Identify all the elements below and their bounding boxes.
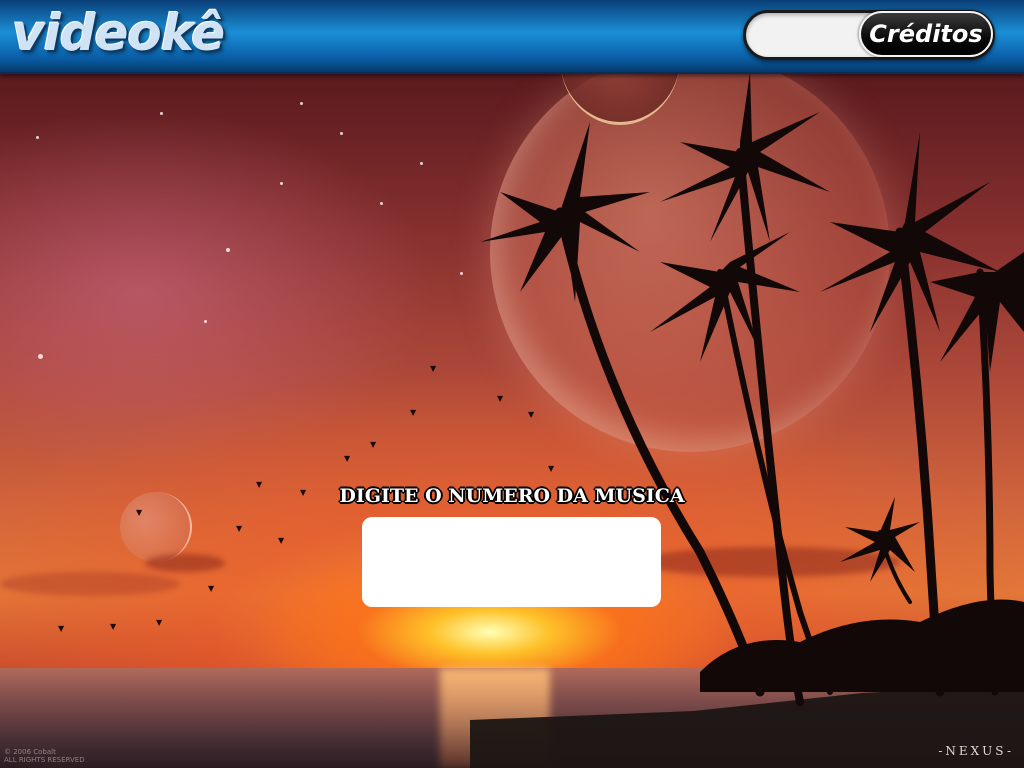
bird: ▼ [344, 454, 351, 463]
bird: ▼ [548, 464, 555, 473]
videoke-logo: videokê [12, 4, 225, 62]
bird: ▼ [497, 394, 504, 403]
bird: ▼ [156, 618, 163, 627]
song-number-input[interactable] [362, 517, 661, 607]
bird: ▼ [528, 410, 535, 419]
bird: ▼ [278, 536, 285, 545]
bird: ▼ [370, 440, 377, 449]
palm-trees-silhouette [480, 72, 1024, 706]
credits-button[interactable]: Créditos [859, 11, 993, 57]
background-scene: ▼ ▼ ▼ ▼ ▼ ▼ ▼ ▼ ▼ ▼ ▼ ▼ ▼ ▼ ▼ ▼ [0, 72, 1024, 768]
bird: ▼ [410, 408, 417, 417]
bird: ▼ [136, 508, 143, 517]
bird: ▼ [236, 524, 243, 533]
wallpaper-signature: -NEXUS- [938, 744, 1014, 758]
copyright-line: ALL RIGHTS RESERVED [4, 756, 85, 764]
bird: ▼ [58, 624, 65, 633]
bird: ▼ [208, 584, 215, 593]
song-number-prompt: DIGITE O NUMERO DA MUSICA [339, 485, 685, 507]
bird: ▼ [110, 622, 117, 631]
bird: ▼ [430, 364, 437, 373]
wallpaper-copyright: © 2006 Cobalt ALL RIGHTS RESERVED [4, 748, 85, 764]
header-bar: videokê Créditos [0, 0, 1024, 74]
copyright-line: © 2006 Cobalt [4, 748, 56, 756]
